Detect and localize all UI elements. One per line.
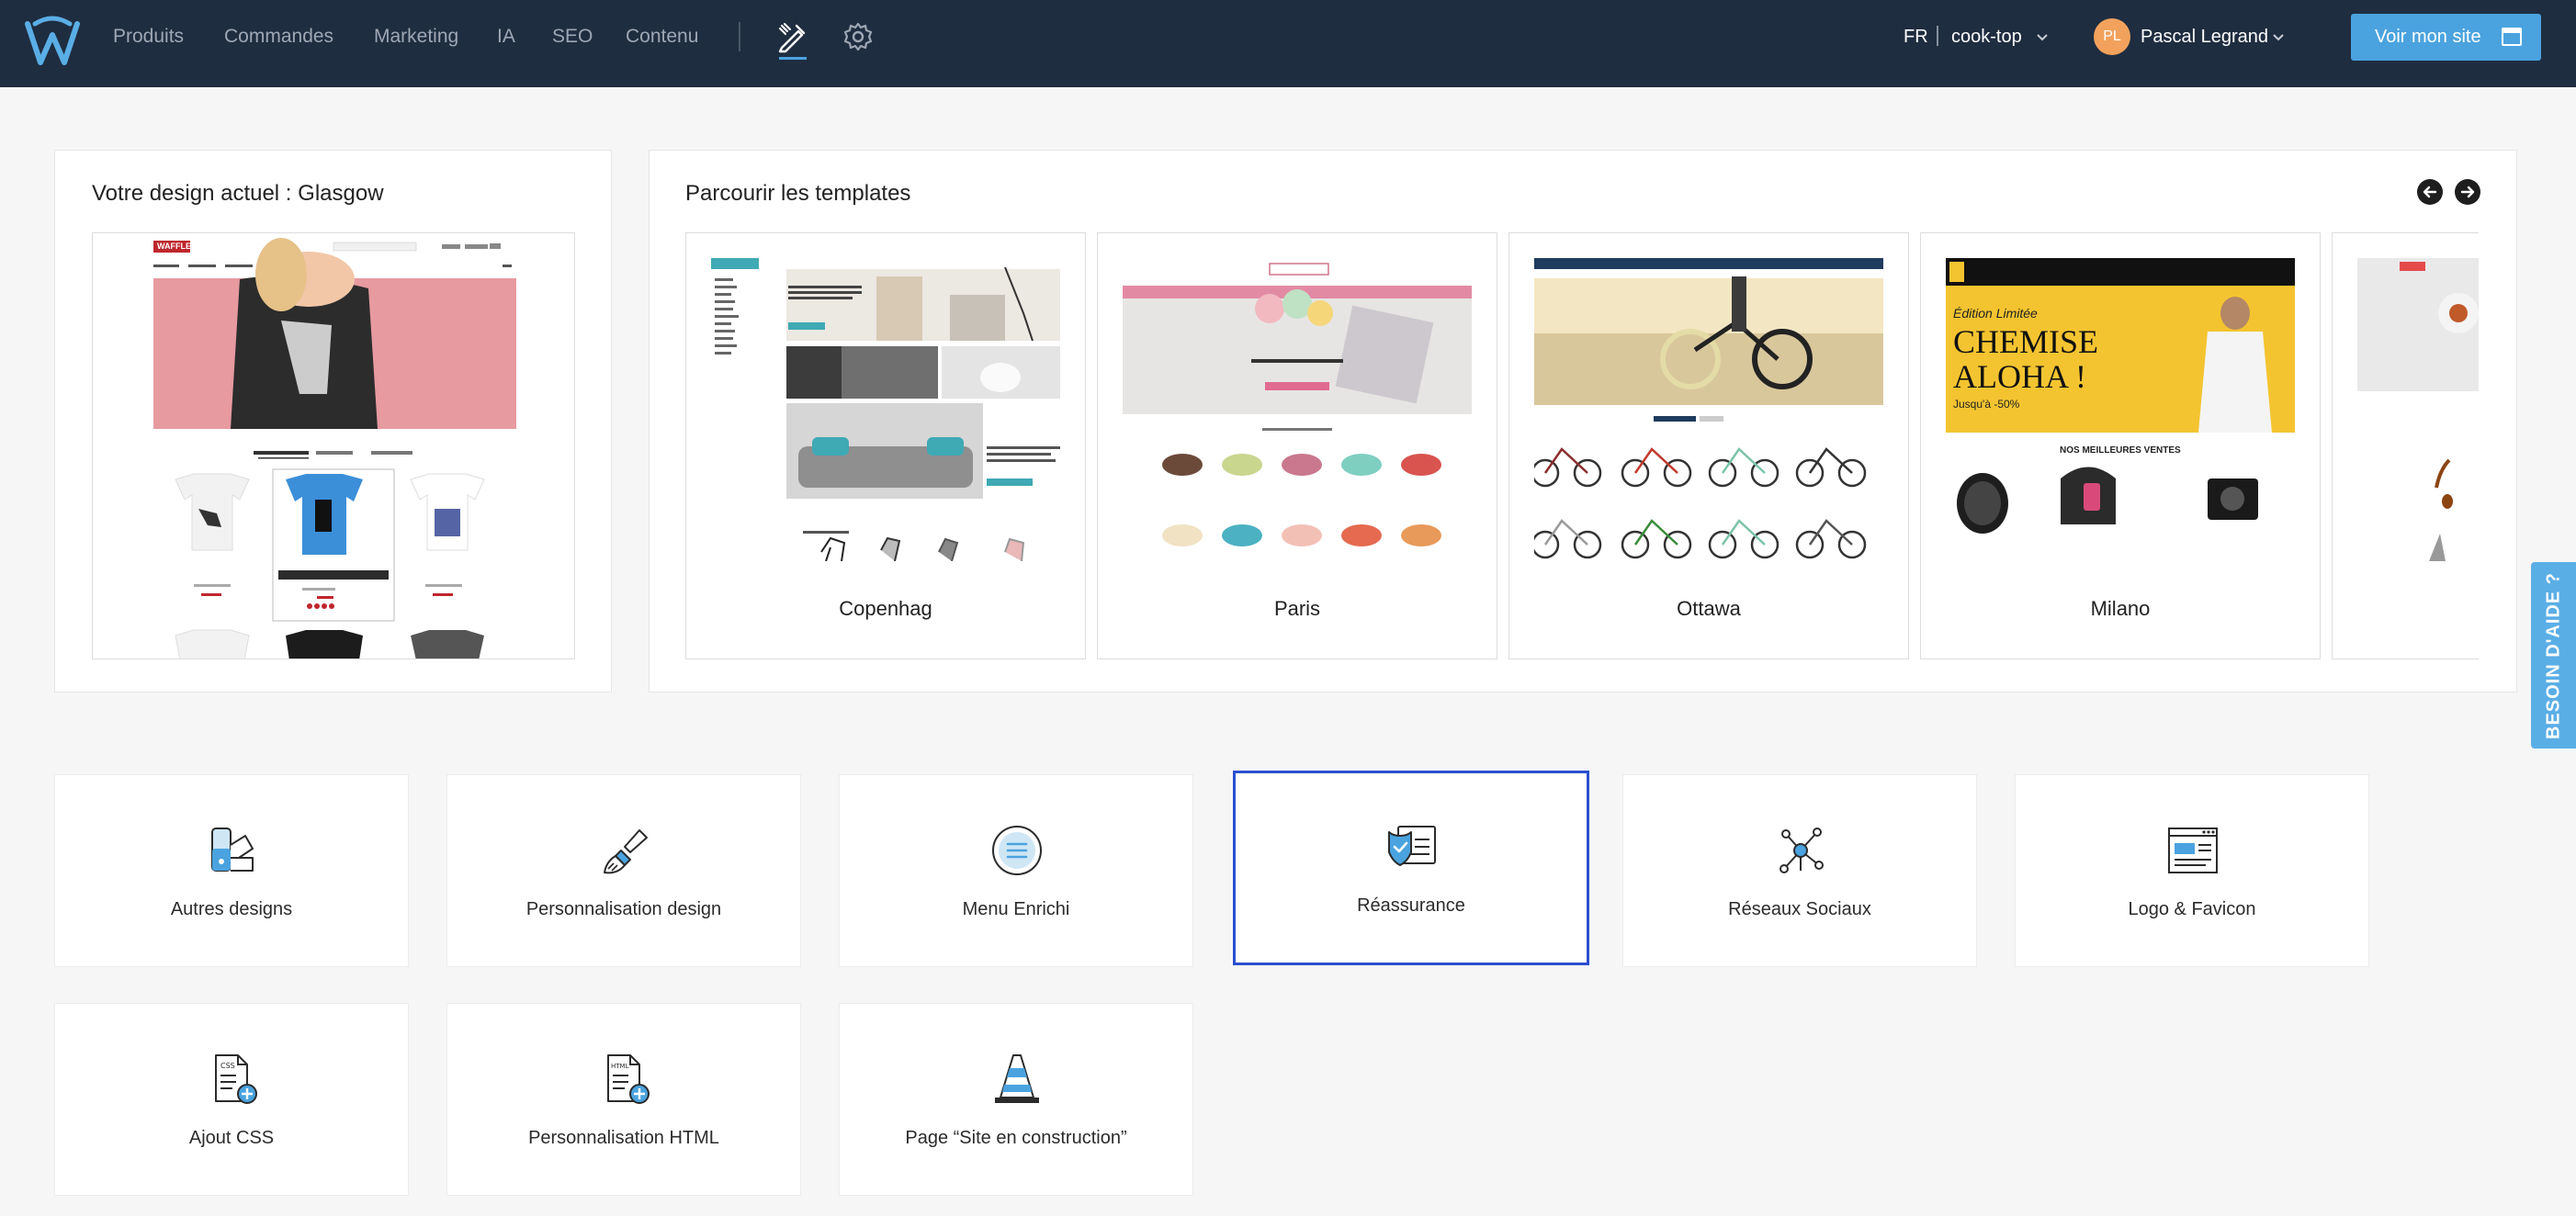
- milano-banner-line3: ALOHA !: [1953, 358, 2086, 395]
- site-chevron-down-icon[interactable]: [2035, 29, 2050, 44]
- tile-personnalisation-html[interactable]: HTML Personnalisation HTML: [446, 1003, 801, 1196]
- traffic-cone-icon: [995, 1054, 1039, 1103]
- preview-brand: WAFFLE: [157, 242, 191, 251]
- network-icon: [1779, 828, 1824, 873]
- milano-banner-line2: CHEMISE: [1953, 323, 2099, 360]
- view-site-label: Voir mon site: [2375, 27, 2481, 47]
- top-navigation-bar: Produits Commandes Marketing IA SEO Cont…: [0, 0, 2576, 87]
- nav-item-marketing[interactable]: Marketing: [374, 24, 458, 50]
- template-name-paris: Paris: [1273, 597, 1321, 620]
- template-card-partial[interactable]: [2332, 232, 2479, 659]
- html-file-icon: HTML: [607, 1054, 650, 1104]
- app-logo-icon[interactable]: [22, 15, 83, 72]
- active-nav-indicator: [779, 57, 807, 60]
- nav-divider: [739, 22, 740, 51]
- arrow-right-icon: [2460, 186, 2475, 198]
- tile-site-en-construction[interactable]: Page “Site en construction”: [839, 1003, 1193, 1196]
- templates-prev-button[interactable]: [2417, 179, 2443, 205]
- tile-label: Ajout CSS: [188, 1128, 275, 1148]
- tile-reseaux-sociaux[interactable]: Réseaux Sociaux: [1622, 774, 1977, 967]
- tile-reassurance[interactable]: Réassurance: [1233, 771, 1589, 965]
- nav-item-ia[interactable]: IA: [497, 24, 515, 50]
- template-thumbnail-partial: [2357, 258, 2479, 561]
- settings-gear-icon[interactable]: [842, 20, 875, 53]
- template-thumbnail-milano: Édition Limitée CHEMISE ALOHA ! Jusqu'à …: [1946, 258, 2295, 561]
- tile-label: Réassurance: [1357, 895, 1465, 916]
- design-tools-icon[interactable]: [776, 20, 809, 53]
- template-thumbnail-ottawa: [1534, 258, 1883, 561]
- tile-personnalisation-design[interactable]: Personnalisation design: [446, 774, 801, 967]
- tile-label: Personnalisation HTML: [528, 1128, 719, 1148]
- nav-item-commandes[interactable]: Commandes: [224, 24, 333, 50]
- tile-label: Autres designs: [170, 899, 293, 919]
- milano-section-title: NOS MEILLEURES VENTES: [2060, 445, 2181, 456]
- templates-carousel: Copenhag Paris Ottawa Édition Limitée CH…: [685, 232, 2479, 659]
- menu-icon: [992, 826, 1042, 875]
- site-selector[interactable]: cook-top: [1951, 24, 2022, 50]
- help-label: BESOIN D'AIDE ?: [2543, 571, 2563, 739]
- tile-label: Page “Site en construction”: [905, 1128, 1127, 1148]
- nav-item-produits[interactable]: Produits: [113, 24, 184, 50]
- help-side-tab[interactable]: BESOIN D'AIDE ?: [2531, 562, 2576, 749]
- template-card-paris[interactable]: Paris: [1097, 232, 1497, 659]
- template-card-ottawa[interactable]: Ottawa: [1508, 232, 1909, 659]
- tile-label: Logo & Favicon: [2128, 899, 2256, 919]
- brush-icon: [604, 829, 648, 874]
- milano-banner-line4: Jusqu'à -50%: [1953, 398, 2020, 411]
- palette-icon: [211, 828, 254, 872]
- template-name-copenhag: Copenhag: [839, 597, 932, 620]
- tile-autres-designs[interactable]: Autres designs: [54, 774, 409, 967]
- browser-window-icon: [2168, 828, 2218, 873]
- tile-logo-favicon[interactable]: Logo & Favicon: [2015, 774, 2369, 967]
- template-thumbnail-copenhag: [711, 258, 1060, 561]
- language-selector[interactable]: FR: [1904, 24, 1928, 50]
- tile-menu-enrichi[interactable]: Menu Enrichi: [839, 774, 1193, 967]
- user-chevron-down-icon[interactable]: [2271, 29, 2286, 44]
- templates-next-button[interactable]: [2455, 179, 2480, 205]
- arrow-left-icon: [2423, 186, 2437, 198]
- tile-label: Personnalisation design: [525, 899, 722, 919]
- nav-item-contenu[interactable]: Contenu: [626, 24, 698, 50]
- tile-label: Réseaux Sociaux: [1728, 899, 1871, 919]
- svg-text:HTML: HTML: [611, 1063, 629, 1070]
- nav-item-seo[interactable]: SEO: [552, 24, 593, 50]
- view-site-button[interactable]: Voir mon site: [2351, 14, 2541, 61]
- templates-title: Parcourir les templates: [685, 181, 911, 206]
- user-avatar[interactable]: PL: [2094, 18, 2130, 55]
- template-name-milano: Milano: [2090, 597, 2151, 620]
- milano-banner-line1: Édition Limitée: [1953, 306, 2038, 321]
- current-design-title: Votre design actuel : Glasgow: [92, 181, 384, 206]
- current-design-preview[interactable]: WAFFLE: [92, 232, 575, 659]
- current-design-screenshot: [153, 238, 516, 659]
- lang-site-divider: [1937, 26, 1938, 46]
- shield-card-icon: [1388, 826, 1436, 866]
- svg-text:CSS: CSS: [220, 1062, 235, 1070]
- user-name[interactable]: Pascal Legrand: [2141, 24, 2268, 50]
- css-file-icon: CSS: [215, 1054, 257, 1104]
- browser-window-icon: [2502, 28, 2522, 46]
- template-thumbnail-paris: [1123, 258, 1472, 561]
- template-name-ottawa: Ottawa: [1677, 597, 1741, 620]
- template-card-milano[interactable]: Édition Limitée CHEMISE ALOHA ! Jusqu'à …: [1920, 232, 2321, 659]
- tile-label: Menu Enrichi: [962, 899, 1070, 919]
- tile-ajout-css[interactable]: CSS Ajout CSS: [54, 1003, 409, 1196]
- template-card-copenhag[interactable]: Copenhag: [685, 232, 1086, 659]
